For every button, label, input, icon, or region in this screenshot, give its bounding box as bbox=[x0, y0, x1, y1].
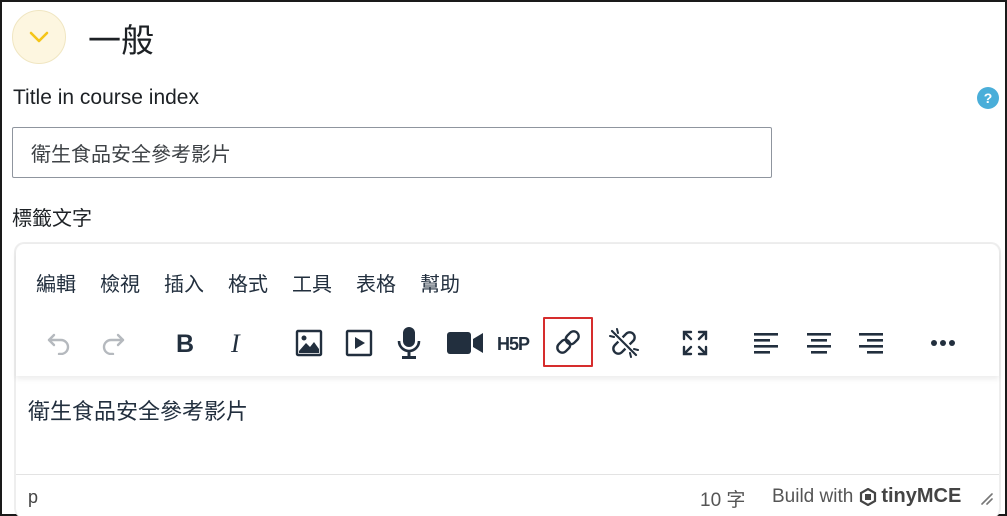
align-right-icon bbox=[859, 333, 883, 354]
title-input[interactable]: 衛生食品安全參考影片 bbox=[12, 127, 772, 178]
record-video-button[interactable] bbox=[442, 320, 488, 366]
redo-button[interactable] bbox=[90, 320, 136, 366]
menu-insert[interactable]: 插入 bbox=[164, 268, 204, 297]
menu-edit[interactable]: 編輯 bbox=[36, 268, 76, 297]
svg-text:I: I bbox=[230, 330, 241, 356]
element-path[interactable]: p bbox=[28, 487, 38, 508]
bold-icon: B bbox=[176, 330, 194, 356]
media-icon bbox=[345, 329, 373, 357]
resize-handle-icon[interactable] bbox=[979, 491, 993, 505]
fullscreen-icon bbox=[682, 330, 708, 356]
microphone-icon bbox=[397, 327, 421, 359]
undo-icon bbox=[47, 333, 70, 355]
align-right-button[interactable] bbox=[848, 320, 894, 366]
svg-text:H5P: H5P bbox=[497, 334, 530, 354]
insert-image-button[interactable] bbox=[286, 320, 332, 366]
more-icon bbox=[931, 340, 955, 346]
video-camera-icon bbox=[447, 332, 483, 354]
menu-help[interactable]: 幫助 bbox=[420, 268, 460, 297]
more-options-button[interactable] bbox=[920, 320, 966, 366]
brand-prefix: Build with bbox=[772, 485, 854, 507]
redo-icon bbox=[102, 333, 125, 355]
word-count[interactable]: 10 字 bbox=[700, 485, 745, 512]
insert-h5p-button[interactable]: H5P bbox=[494, 320, 540, 366]
menu-format[interactable]: 格式 bbox=[228, 268, 268, 297]
italic-icon: I bbox=[230, 330, 241, 356]
editor-branding[interactable]: Build with tinyMCE bbox=[772, 485, 961, 508]
align-left-icon bbox=[754, 333, 778, 354]
remove-link-button[interactable] bbox=[601, 320, 647, 366]
menu-table[interactable]: 表格 bbox=[356, 268, 396, 297]
rich-text-editor: 編輯 檢視 插入 格式 工具 表格 幫助 B I H5P 衛生食品安全參考影片 … bbox=[14, 242, 1001, 516]
label-field-label: 標籤文字 bbox=[12, 206, 92, 230]
section-title: 一般 bbox=[88, 21, 154, 60]
menu-view[interactable]: 檢視 bbox=[100, 268, 140, 297]
link-icon bbox=[556, 330, 580, 354]
editor-content[interactable]: 衛生食品安全參考影片 bbox=[28, 394, 248, 426]
section-collapse-button[interactable] bbox=[12, 10, 66, 64]
unlink-icon bbox=[609, 328, 639, 358]
svg-text:B: B bbox=[176, 330, 194, 356]
menu-tools[interactable]: 工具 bbox=[292, 268, 332, 297]
chevron-down-icon bbox=[29, 31, 49, 43]
align-center-icon bbox=[807, 333, 831, 354]
align-left-button[interactable] bbox=[743, 320, 789, 366]
h5p-icon: H5P bbox=[497, 334, 531, 354]
insert-media-button[interactable] bbox=[336, 320, 382, 366]
record-audio-button[interactable] bbox=[386, 320, 432, 366]
editor-header: 編輯 檢視 插入 格式 工具 表格 幫助 B I H5P bbox=[16, 244, 999, 376]
insert-link-button[interactable] bbox=[543, 317, 593, 367]
italic-button[interactable]: I bbox=[214, 320, 260, 366]
bold-button[interactable]: B bbox=[162, 320, 208, 366]
page-frame: 一般 Title in course index ? 衛生食品安全參考影片 標籤… bbox=[0, 0, 1007, 516]
tinymce-logo-icon bbox=[860, 487, 877, 506]
editor-menubar: 編輯 檢視 插入 格式 工具 表格 幫助 bbox=[36, 268, 484, 297]
editor-statusbar: p 10 字 Build with tinyMCE bbox=[16, 474, 999, 516]
fullscreen-button[interactable] bbox=[672, 320, 718, 366]
title-field-label: Title in course index bbox=[13, 86, 199, 109]
undo-button[interactable] bbox=[36, 320, 82, 366]
align-center-button[interactable] bbox=[796, 320, 842, 366]
brand-name: tinyMCE bbox=[881, 485, 962, 507]
image-icon bbox=[295, 329, 323, 357]
question-icon[interactable]: ? bbox=[977, 87, 999, 109]
